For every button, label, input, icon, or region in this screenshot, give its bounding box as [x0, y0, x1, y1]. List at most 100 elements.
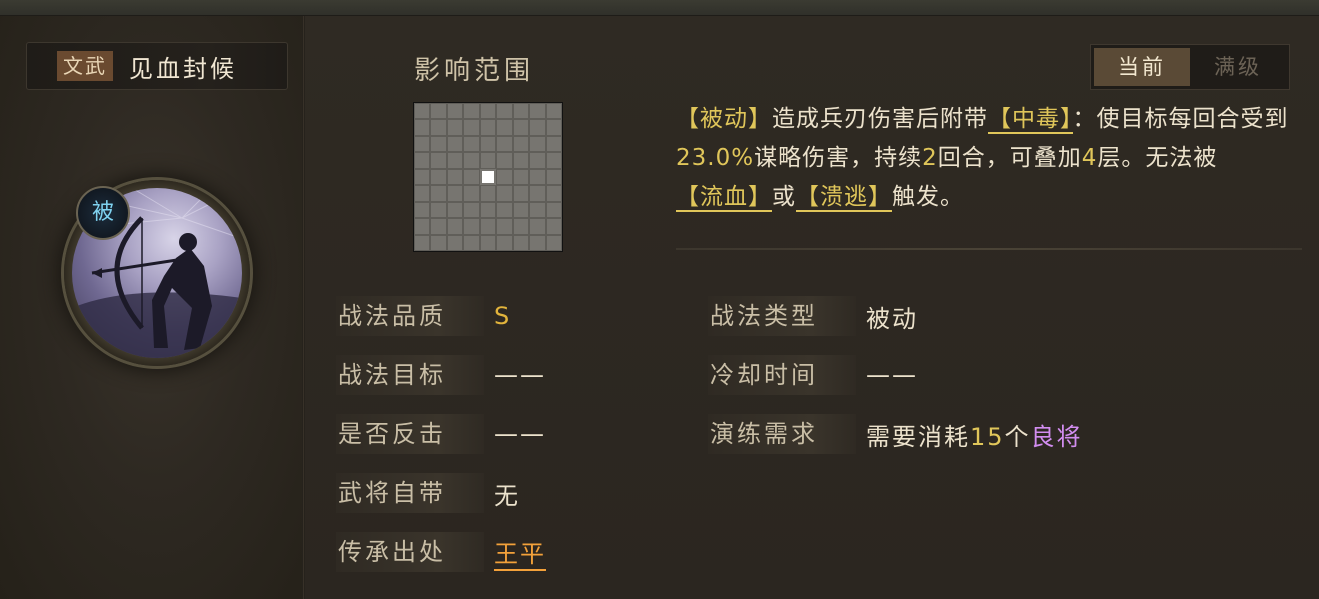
attr-label: 武将自带: [336, 473, 484, 513]
attr-label: 战法目标: [336, 355, 484, 395]
keyword-poison[interactable]: 【中毒】: [988, 106, 1073, 134]
range-cell: [463, 135, 480, 153]
range-cell: [529, 119, 546, 136]
range-cell: [496, 119, 513, 136]
range-cell: [529, 234, 546, 251]
range-cell: [496, 218, 513, 235]
attr-value: ——: [866, 361, 918, 389]
range-cell: [463, 152, 480, 169]
range-cell: [529, 103, 546, 120]
range-cell: [430, 218, 447, 235]
range-cell: [446, 135, 464, 153]
desc-stacks: 4: [1081, 145, 1098, 171]
attr-value: 被动: [866, 304, 918, 333]
range-cell-target: [481, 170, 495, 184]
range-cell: [529, 135, 546, 153]
range-cell: [446, 185, 464, 202]
attr-value: ——: [494, 361, 546, 389]
tab-max-level[interactable]: 满级: [1190, 48, 1286, 86]
desc-text: ：使目标每回合受到: [1072, 106, 1289, 132]
range-cell: [463, 201, 480, 219]
training-unit: 个: [1004, 422, 1031, 451]
range-cell: [414, 201, 431, 219]
tab-current[interactable]: 当前: [1094, 48, 1190, 86]
range-cell: [512, 218, 530, 235]
range-cell: [512, 135, 530, 153]
desc-text: 层。无法被: [1097, 145, 1218, 171]
range-cell: [496, 135, 513, 153]
training-item[interactable]: 良将: [1031, 423, 1083, 451]
range-cell: [512, 152, 530, 169]
training-prefix: 需要消耗: [866, 422, 970, 451]
range-cell: [446, 119, 464, 136]
range-cell: [430, 168, 447, 186]
range-cell: [479, 119, 497, 136]
skill-name: 见血封候: [129, 54, 237, 83]
range-cell: [479, 201, 497, 219]
range-cell: [463, 185, 480, 202]
range-cell: [479, 103, 497, 120]
range-cell: [479, 135, 497, 153]
range-cell: [496, 185, 513, 202]
attr-label: 演练需求: [708, 414, 856, 454]
range-cell: [529, 168, 546, 186]
range-grid: [413, 102, 563, 252]
range-cell: [430, 234, 447, 251]
range-cell: [430, 152, 447, 169]
attr-label: 战法类型: [708, 296, 856, 336]
range-cell: [545, 135, 562, 153]
skill-description: 【被动】造成兵刃伤害后附带【中毒】：使目标每回合受到 23.0%谋略伤害，持续2回…: [676, 100, 1312, 217]
range-cell: [529, 152, 546, 169]
keyword-rout[interactable]: 【溃逃】: [796, 184, 892, 212]
range-cell: [512, 168, 530, 186]
range-cell: [512, 234, 530, 251]
attr-label: 传承出处: [336, 532, 484, 572]
range-title: 影响范围: [414, 56, 535, 86]
attr-training: 演练需求 需要消耗15个良将: [708, 412, 1083, 456]
inherit-general-link[interactable]: 王平: [494, 534, 546, 571]
range-cell: [446, 152, 464, 169]
range-cell: [463, 234, 480, 251]
range-cell: [496, 103, 513, 120]
attr-counter: 是否反击 ——: [336, 412, 546, 456]
range-cell: [446, 218, 464, 235]
attr-label: 是否反击: [336, 414, 484, 454]
range-cell: [496, 234, 513, 251]
range-cell: [545, 201, 562, 219]
range-cell: [545, 103, 562, 120]
attr-quality: 战法品质 S: [336, 294, 511, 338]
range-cell: [430, 103, 447, 120]
range-cell: [496, 152, 513, 169]
range-cell: [414, 103, 431, 120]
range-cell: [479, 152, 497, 169]
level-tabs: 当前 满级: [1090, 44, 1290, 90]
desc-text: 造成兵刃伤害后附带: [772, 106, 988, 132]
range-cell: [446, 201, 464, 219]
attr-label: 战法品质: [336, 296, 484, 336]
range-cell: [446, 103, 464, 120]
desc-text: 触发。: [892, 184, 964, 210]
desc-damage-rate: 23.0%: [676, 145, 755, 171]
attr-value: 需要消耗15个良将: [866, 417, 1083, 452]
range-cell: [414, 168, 431, 186]
range-cell: [479, 185, 497, 202]
skill-name-plate: 文武 见血封候: [26, 42, 288, 90]
attr-label: 冷却时间: [708, 355, 856, 395]
attr-type: 战法类型 被动: [708, 294, 918, 338]
desc-text: 或: [772, 184, 796, 210]
desc-text: 谋略伤害，持续: [754, 145, 923, 171]
range-cell: [529, 218, 546, 235]
passive-badge-icon: 被: [76, 186, 130, 240]
range-cell: [545, 152, 562, 169]
desc-duration: 2: [922, 145, 938, 171]
range-cell: [545, 218, 562, 235]
range-cell: [446, 234, 464, 251]
attr-innate: 武将自带 无: [336, 471, 520, 515]
top-bar: [0, 0, 1319, 16]
desc-passive-tag: 【被动】: [676, 106, 772, 132]
range-cell: [545, 234, 562, 251]
range-cell: [463, 103, 480, 120]
range-cell: [512, 201, 530, 219]
range-cell: [414, 119, 431, 136]
keyword-bleed[interactable]: 【流血】: [676, 184, 772, 212]
